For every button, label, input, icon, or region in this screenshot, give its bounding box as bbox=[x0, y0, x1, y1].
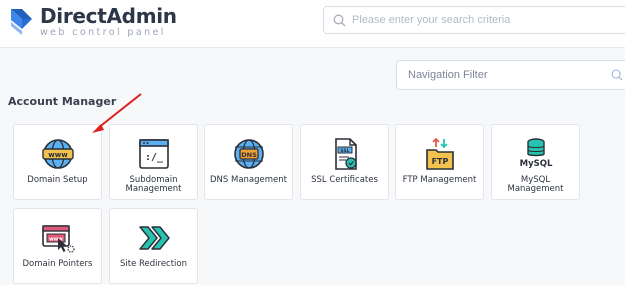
subdomain-terminal-icon: :/_ bbox=[138, 139, 169, 169]
redirect-arrows-icon bbox=[138, 226, 170, 250]
tile-mysql-management[interactable]: MySQL MySQL Management bbox=[491, 124, 580, 200]
tile-label: Subdomain Management bbox=[125, 175, 182, 194]
svg-text:FTP: FTP bbox=[431, 157, 448, 166]
search-icon bbox=[333, 14, 346, 26]
brand-tagline: web control panel bbox=[40, 27, 166, 38]
svg-text:DNS: DNS bbox=[241, 151, 257, 159]
svg-text:MySQL: MySQL bbox=[519, 159, 552, 169]
global-search[interactable] bbox=[323, 6, 625, 34]
tile-subdomain-management[interactable]: :/_ Subdomain Management bbox=[109, 124, 198, 200]
domain-pointer-icon: www bbox=[41, 225, 75, 253]
mysql-database-icon: MySQL bbox=[519, 138, 552, 169]
tile-label: MySQL Management bbox=[507, 175, 564, 194]
ssl-certificate-icon: SSL bbox=[334, 138, 357, 170]
www-globe-icon: www bbox=[41, 139, 74, 169]
tile-domain-setup[interactable]: www Domain Setup bbox=[13, 124, 102, 200]
search-icon[interactable] bbox=[611, 69, 623, 81]
directadmin-logo-icon bbox=[11, 8, 32, 35]
navigation-filter-input[interactable] bbox=[408, 69, 598, 81]
tile-label: Site Redirection bbox=[119, 259, 188, 269]
brand-name: DirectAdmin bbox=[40, 4, 177, 28]
section-title: Account Manager bbox=[8, 95, 117, 108]
tile-label: FTP Management bbox=[402, 175, 477, 185]
svg-text:www: www bbox=[48, 151, 68, 159]
svg-text:SSL: SSL bbox=[340, 148, 349, 154]
tile-dns-management[interactable]: DNS DNS Management bbox=[204, 124, 293, 200]
logo[interactable]: DirectAdmin web control panel bbox=[8, 6, 177, 38]
ftp-folder-icon: FTP bbox=[425, 137, 454, 170]
tile-domain-pointers[interactable]: www Domain Pointers bbox=[13, 208, 102, 284]
search-input[interactable] bbox=[352, 14, 612, 26]
top-bar: DirectAdmin web control panel bbox=[0, 0, 625, 48]
tile-ftp-management[interactable]: FTP FTP Management bbox=[395, 124, 484, 200]
navigation-filter[interactable] bbox=[396, 60, 625, 90]
tile-label: Domain Pointers bbox=[22, 259, 93, 269]
tile-label: SSL Certificates bbox=[311, 175, 378, 185]
svg-text::/_: :/_ bbox=[144, 152, 163, 163]
tile-ssl-certificates[interactable]: SSL SSL Certificates bbox=[300, 124, 389, 200]
tile-site-redirection[interactable]: Site Redirection bbox=[109, 208, 198, 284]
tile-label: Domain Setup bbox=[27, 175, 88, 185]
tile-label: DNS Management bbox=[210, 175, 287, 185]
dns-globe-icon: DNS bbox=[233, 139, 264, 169]
